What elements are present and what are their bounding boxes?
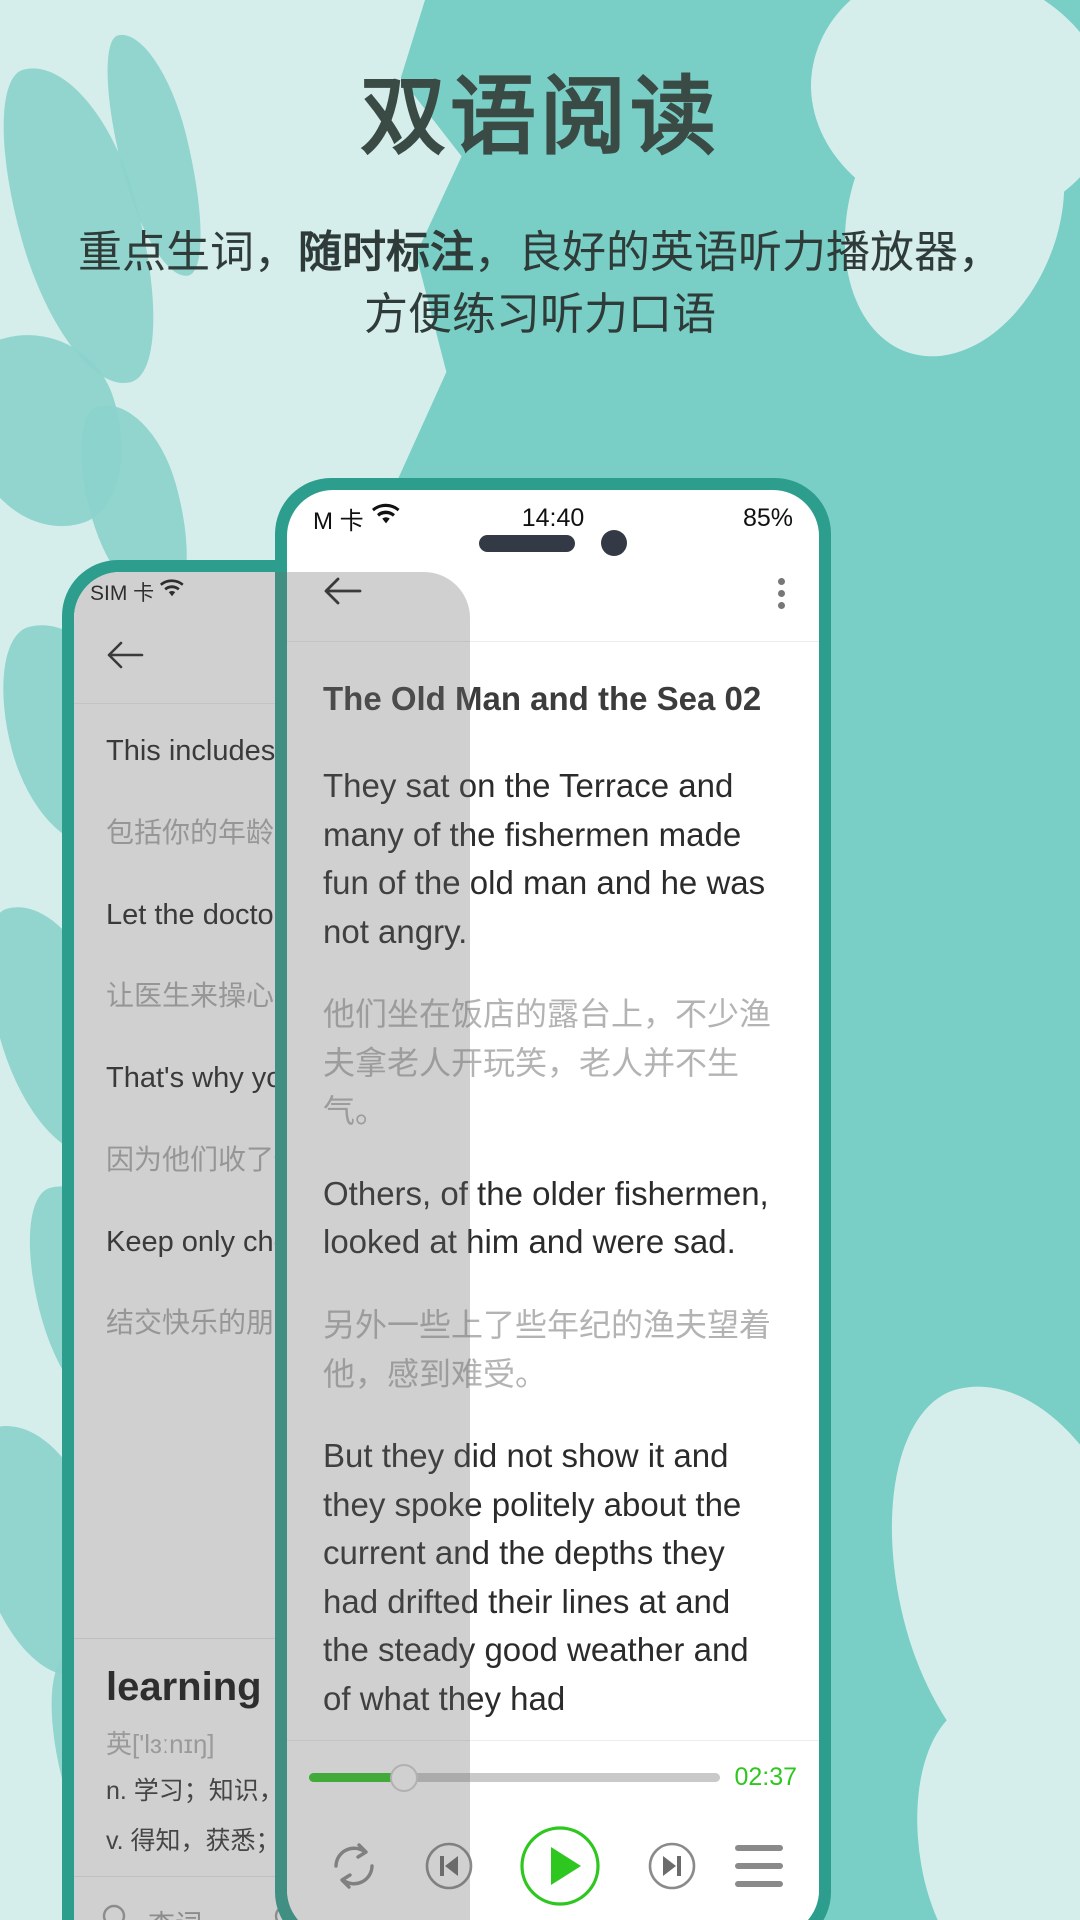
article-title: The Old Man and the Sea 02 bbox=[323, 680, 762, 717]
more-vertical-icon[interactable] bbox=[778, 578, 785, 609]
page-title: 双语阅读 bbox=[360, 69, 720, 165]
page-subtitle: 重点生词，随时标注，良好的英语听力播放器，方便练习听力口语 bbox=[70, 222, 1010, 347]
player-controls bbox=[309, 1792, 797, 1914]
subtitle-part-2-emphasis: 随时标注 bbox=[298, 228, 474, 277]
repeat-icon[interactable] bbox=[323, 1835, 385, 1897]
article-paragraph-en[interactable]: But they did not show it and they spoke … bbox=[323, 1432, 783, 1723]
earpiece-speaker bbox=[479, 534, 575, 552]
front-phone-mockup: M 卡 14:40 85% The Old Man and the Sea 02… bbox=[275, 478, 831, 1920]
front-camera-icon bbox=[601, 530, 627, 556]
search-icon bbox=[100, 1902, 134, 1920]
audio-time-label: 02:37 bbox=[734, 1763, 797, 1791]
back-arrow-icon[interactable] bbox=[321, 574, 365, 613]
front-appbar bbox=[287, 546, 819, 642]
article-paragraph-zh[interactable]: 他们坐在饭店的露台上，不少渔夫拿老人开玩笑，老人并不生气。 bbox=[323, 990, 783, 1136]
skip-next-icon[interactable] bbox=[641, 1835, 703, 1897]
skip-previous-icon[interactable] bbox=[418, 1835, 480, 1897]
article-paragraph-en[interactable]: Others, of the older fishermen, looked a… bbox=[323, 1170, 783, 1267]
promo-screenshot: 双语阅读 重点生词，随时标注，良好的英语听力播放器，方便练习听力口语 SIM 卡… bbox=[0, 0, 1080, 1920]
back-search-word-button[interactable]: 查词 bbox=[100, 1902, 202, 1920]
seek-row: 02:37 bbox=[309, 1763, 797, 1792]
progress-knob[interactable] bbox=[389, 1763, 418, 1792]
back-dictionary-word: learning bbox=[106, 1665, 262, 1709]
menu-icon[interactable] bbox=[735, 1845, 783, 1887]
front-clock: 14:40 bbox=[521, 503, 585, 532]
article-paragraph-zh[interactable]: 另外一些上了些年纪的渔夫望着他，感到难受。 bbox=[323, 1301, 783, 1398]
back-search-word-label: 查词 bbox=[148, 1903, 202, 1920]
front-battery-label: 85% bbox=[742, 503, 793, 532]
wifi-icon bbox=[160, 579, 184, 605]
back-carrier-label: SIM 卡 bbox=[90, 582, 155, 605]
front-phone-screen: M 卡 14:40 85% The Old Man and the Sea 02… bbox=[287, 490, 819, 1920]
back-arrow-icon[interactable] bbox=[104, 639, 144, 676]
article-paragraph-en[interactable]: They sat on the Terrace and many of the … bbox=[323, 762, 783, 956]
front-camera-cutout bbox=[479, 530, 627, 556]
front-article-body: The Old Man and the Sea 02 They sat on t… bbox=[287, 642, 819, 1732]
subtitle-part-1: 重点生词， bbox=[78, 228, 298, 277]
play-icon[interactable] bbox=[512, 1818, 608, 1914]
audio-player: 02:37 bbox=[287, 1740, 819, 1920]
progress-slider[interactable] bbox=[309, 1763, 721, 1792]
